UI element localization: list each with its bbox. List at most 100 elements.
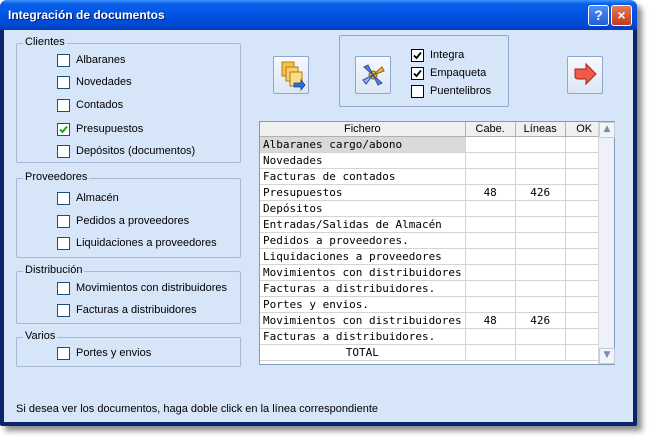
cell-lineas — [515, 248, 566, 265]
cell-lineas — [515, 232, 566, 249]
footer-hint: Si desea ver los documentos, haga doble … — [16, 403, 379, 415]
check-mark-icon — [413, 69, 422, 77]
cell-fichero: Facturas a distribuidores. — [260, 328, 466, 345]
help-button[interactable]: ? — [588, 5, 609, 26]
checkbox-movimientos-row[interactable]: Movimientos con distribuidores — [57, 281, 227, 295]
checkbox-presupuestos-row[interactable]: Presupuestos — [57, 122, 143, 136]
table-row[interactable]: Depósitos — [260, 200, 604, 217]
checkbox-depositos-row[interactable]: Depósitos (documentos) — [57, 144, 195, 158]
cell-cabe — [465, 264, 516, 281]
checkbox-facturas[interactable] — [57, 303, 70, 317]
table-row[interactable]: Liquidaciones a proveedores — [260, 248, 604, 265]
table-row[interactable]: Movimientos con distribuidores 48 426 — [260, 312, 604, 329]
cell-cabe — [465, 152, 516, 169]
group-distribucion: Distribución Movimientos con distribuido… — [16, 264, 241, 324]
checkbox-novedades[interactable] — [57, 75, 70, 89]
cell-lineas — [515, 136, 566, 153]
checkbox-contados[interactable] — [57, 98, 70, 112]
option-integra-row[interactable]: Integra — [411, 48, 464, 62]
group-distribucion-label: Distribución — [23, 264, 85, 276]
documents-icon — [281, 61, 306, 92]
checkbox-albaranes[interactable] — [57, 53, 70, 67]
table-row[interactable]: Movimientos con distribuidores — [260, 264, 604, 281]
checkbox-movimientos-label: Movimientos con distribuidores — [76, 282, 228, 294]
column-header-cabe[interactable]: Cabe. — [465, 122, 516, 137]
group-clientes-label: Clientes — [23, 36, 67, 48]
checkbox-presupuestos[interactable] — [57, 122, 70, 136]
cell-cabe — [465, 328, 516, 345]
checkbox-portes-row[interactable]: Portes y envios — [57, 346, 151, 360]
table-row[interactable]: Facturas a distribuidores. — [260, 280, 604, 297]
cell-cabe — [465, 296, 516, 313]
cell-fichero: Movimientos con distribuidores — [260, 264, 466, 281]
checkbox-depositos[interactable] — [57, 144, 70, 158]
checkbox-almacen-row[interactable]: Almacén — [57, 191, 119, 205]
checkbox-almacen[interactable] — [57, 191, 70, 205]
checkbox-pedidos-row[interactable]: Pedidos a proveedores — [57, 214, 189, 228]
table-row[interactable]: Novedades — [260, 152, 604, 169]
title-bar[interactable]: Integración de documentos ? × — [0, 0, 637, 30]
checkbox-liquidaciones[interactable] — [57, 236, 70, 250]
table-row[interactable]: Facturas de contados — [260, 168, 604, 185]
window-title: Integración de documentos — [8, 8, 165, 22]
checkbox-movimientos[interactable] — [57, 281, 70, 295]
table-row[interactable]: Pedidos a proveedores. — [260, 232, 604, 249]
table-row[interactable]: Albaranes cargo/abono — [260, 136, 604, 153]
close-button[interactable]: × — [611, 5, 632, 26]
table-row[interactable]: Entradas/Salidas de Almacén — [260, 216, 604, 233]
checkbox-pedidos[interactable] — [57, 214, 70, 228]
scroll-up-icon[interactable]: ▲ — [599, 122, 615, 138]
checkbox-almacen-label: Almacén — [76, 192, 119, 204]
cell-fichero: Facturas de contados — [260, 168, 466, 185]
column-header-fichero[interactable]: Fichero — [260, 122, 466, 137]
checkbox-presupuestos-label: Presupuestos — [76, 123, 144, 135]
check-mark-icon — [59, 125, 68, 133]
options-box: Integra Empaqueta Puentelibros — [339, 35, 509, 107]
cell-lineas — [515, 168, 566, 185]
checkbox-contados-row[interactable]: Contados — [57, 98, 123, 112]
group-proveedores-label: Proveedores — [23, 171, 90, 183]
table-row[interactable]: Presupuestos 48 426 — [260, 184, 604, 201]
cell-lineas — [515, 280, 566, 297]
option-puentelibros-checkbox[interactable] — [411, 84, 424, 98]
grid-scrollbar[interactable]: ▲ ▼ — [598, 122, 615, 364]
table-row[interactable]: TOTAL — [260, 344, 604, 361]
exit-button[interactable] — [567, 56, 603, 94]
cell-cabe — [465, 200, 516, 217]
option-puentelibros-row[interactable]: Puentelibros — [411, 84, 491, 98]
cell-lineas — [515, 200, 566, 217]
checkbox-novedades-row[interactable]: Novedades — [57, 75, 132, 89]
checkbox-facturas-row[interactable]: Facturas a distribuidores — [57, 303, 196, 317]
checkbox-liquidaciones-row[interactable]: Liquidaciones a proveedores — [57, 236, 217, 250]
table-row[interactable]: Portes y envios. — [260, 296, 604, 313]
cell-fichero: Entradas/Salidas de Almacén — [260, 216, 466, 233]
integrate-documents-button[interactable] — [273, 56, 309, 94]
cell-fichero: Presupuestos — [260, 184, 466, 201]
cell-lineas — [515, 344, 566, 361]
table-row[interactable]: Facturas a distribuidores. — [260, 328, 604, 345]
cell-fichero: Albaranes cargo/abono — [260, 136, 466, 153]
cell-cabe — [465, 168, 516, 185]
cell-lineas: 426 — [515, 312, 566, 329]
option-integra-label: Integra — [430, 49, 465, 61]
scroll-down-icon[interactable]: ▼ — [599, 348, 615, 364]
cell-fichero: Portes y envios. — [260, 296, 466, 313]
cell-fichero: Movimientos con distribuidores — [260, 312, 466, 329]
cell-cabe — [465, 232, 516, 249]
checkbox-portes[interactable] — [57, 346, 70, 360]
cell-lineas — [515, 216, 566, 233]
cell-fichero: Pedidos a proveedores. — [260, 232, 466, 249]
option-empaqueta-row[interactable]: Empaqueta — [411, 66, 486, 80]
dialog-window: Integración de documentos ? × Clientes A… — [0, 0, 637, 426]
cell-fichero: Facturas a distribuidores. — [260, 280, 466, 297]
column-header-lineas[interactable]: Líneas — [515, 122, 566, 137]
cell-lineas — [515, 328, 566, 345]
grid-header-row: Fichero Cabe. Líneas OK — [260, 122, 604, 137]
option-empaqueta-checkbox[interactable] — [411, 66, 424, 80]
cell-fichero: TOTAL — [260, 344, 466, 361]
files-grid[interactable]: Fichero Cabe. Líneas OK Albaranes cargo/… — [259, 121, 615, 365]
checkbox-albaranes-row[interactable]: Albaranes — [57, 53, 126, 67]
group-proveedores: Proveedores Almacén Pedidos a proveedore… — [16, 171, 241, 258]
cell-lineas — [515, 296, 566, 313]
option-integra-checkbox[interactable] — [411, 48, 424, 62]
